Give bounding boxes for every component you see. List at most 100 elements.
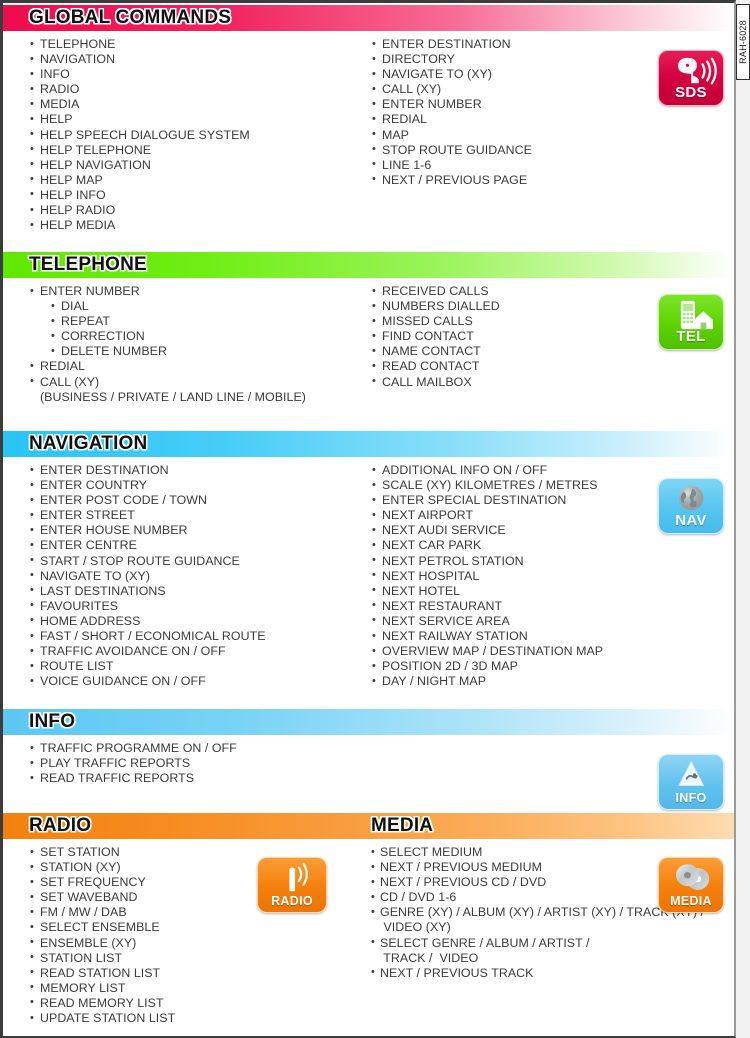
list-item[interactable]: CALL (XY) xyxy=(371,82,661,97)
command-list: TRAFFIC PROGRAMME ON / OFF PLAY TRAFFIC … xyxy=(29,740,359,786)
list-item[interactable]: NEXT HOSPITAL xyxy=(371,568,661,584)
list-item[interactable]: CALL (XY) xyxy=(29,374,359,390)
list-item[interactable]: NEXT RESTAURANT xyxy=(371,598,661,614)
section-body: SET STATION STATION (XY) SET FREQUENCY S… xyxy=(3,839,734,1036)
list-item[interactable]: CALL MAILBOX xyxy=(371,374,661,390)
compact-discs-icon xyxy=(659,862,723,894)
list-item[interactable]: FIND CONTACT xyxy=(371,329,661,344)
list-item[interactable]: POSITION 2D / 3D MAP xyxy=(371,659,661,674)
list-item[interactable]: ENTER DESTINATION xyxy=(371,36,661,52)
list-item[interactable]: DIRECTORY xyxy=(371,52,661,67)
list-item[interactable]: STATION LIST xyxy=(29,950,359,966)
list-item[interactable]: NEXT / PREVIOUS TRACK xyxy=(371,965,681,981)
list-item[interactable]: NEXT AUDI SERVICE xyxy=(371,523,661,538)
list-item[interactable]: OVERVIEW MAP / DESTINATION MAP xyxy=(371,644,661,659)
list-item[interactable]: TELEPHONE xyxy=(29,36,359,52)
list-item[interactable]: ROUTE LIST xyxy=(29,659,359,674)
badge-label: MEDIA xyxy=(670,894,712,908)
list-item[interactable]: HELP MAP xyxy=(29,172,359,188)
list-item[interactable]: ENTER NUMBER xyxy=(29,283,359,299)
list-item[interactable]: NEXT PETROL STATION xyxy=(371,553,661,569)
list-item[interactable]: DAY / NIGHT MAP xyxy=(371,674,661,689)
list-item[interactable]: READ CONTACT xyxy=(371,359,661,374)
list-item[interactable]: NEXT / PREVIOUS MEDIUM xyxy=(371,860,681,875)
badge-nav[interactable]: NAV xyxy=(658,478,724,534)
list-item[interactable]: PLAY TRAFFIC REPORTS xyxy=(29,756,359,771)
list-item[interactable]: ADDITIONAL INFO ON / OFF xyxy=(371,462,661,478)
list-item[interactable]: ENTER DESTINATION xyxy=(29,462,359,478)
list-item[interactable]: SELECT GENRE / ALBUM / ARTIST / xyxy=(371,935,681,951)
list-item[interactable]: ENTER SPECIAL DESTINATION xyxy=(371,493,661,508)
list-item[interactable]: VOICE GUIDANCE ON / OFF xyxy=(29,674,359,689)
list-item[interactable]: RADIO xyxy=(29,82,359,97)
list-item[interactable]: MAP xyxy=(371,127,661,143)
list-item[interactable]: RECEIVED CALLS xyxy=(371,283,661,299)
list-item[interactable]: ENTER STREET xyxy=(29,508,359,523)
list-item[interactable]: LAST DESTINATIONS xyxy=(29,583,359,599)
list-item[interactable]: HELP NAVIGATION xyxy=(29,157,359,173)
badge-media[interactable]: MEDIA xyxy=(658,857,724,913)
list-item[interactable]: HELP SPEECH DIALOGUE SYSTEM xyxy=(29,127,359,143)
section-body: TELEPHONE NAVIGATION INFO RADIO MEDIA HE… xyxy=(3,31,734,240)
list-item[interactable]: STOP ROUTE GUIDANCE xyxy=(371,142,661,158)
list-item[interactable]: INFO xyxy=(29,67,359,82)
list-item[interactable]: READ STATION LIST xyxy=(29,965,359,981)
list-item[interactable]: START / STOP ROUTE GUIDANCE xyxy=(29,553,359,569)
list-item[interactable]: SELECT MEDIUM xyxy=(371,844,681,860)
section-body: ENTER NUMBER DIAL REPEAT CORRECTION DELE… xyxy=(3,278,734,419)
list-item[interactable]: HELP MEDIA xyxy=(29,218,359,233)
list-item[interactable]: NAVIGATE TO (XY) xyxy=(29,568,359,584)
list-item[interactable]: NEXT / PREVIOUS CD / DVD xyxy=(371,875,681,890)
list-item[interactable]: REPEAT xyxy=(29,314,359,329)
list-item[interactable]: NEXT HOTEL xyxy=(371,583,661,599)
list-item[interactable]: ENTER CENTRE xyxy=(29,538,359,553)
list-item[interactable]: SELECT ENSEMBLE xyxy=(29,920,359,935)
list-item[interactable]: TRAFFIC AVOIDANCE ON / OFF xyxy=(29,644,359,659)
list-item[interactable]: HELP INFO xyxy=(29,187,359,203)
list-item[interactable]: NAVIGATE TO (XY) xyxy=(371,67,661,82)
badge-sds[interactable]: SDS xyxy=(658,50,724,106)
list-item[interactable]: UPDATE STATION LIST xyxy=(29,1011,359,1026)
list-item[interactable]: NEXT RAILWAY STATION xyxy=(371,629,661,644)
list-item[interactable]: MISSED CALLS xyxy=(371,314,661,329)
list-item[interactable]: ENTER HOUSE NUMBER xyxy=(29,523,359,538)
list-item[interactable]: SCALE (XY) KILOMETRES / METRES xyxy=(371,478,661,493)
list-item[interactable]: READ TRAFFIC REPORTS xyxy=(29,771,359,786)
list-item[interactable]: CORRECTION xyxy=(29,329,359,344)
list-item[interactable]: ENTER NUMBER xyxy=(371,97,661,112)
reference-code-text: RAH-6028 xyxy=(738,20,748,64)
badge-info[interactable]: INFO xyxy=(658,754,724,810)
list-item[interactable]: NEXT SERVICE AREA xyxy=(371,613,661,629)
list-item[interactable]: TRAFFIC PROGRAMME ON / OFF xyxy=(29,740,359,756)
badge-tel[interactable]: TEL xyxy=(658,294,724,350)
section-header-telephone: TELEPHONE xyxy=(3,252,734,278)
list-item[interactable]: MEDIA xyxy=(29,97,359,112)
list-item[interactable]: GENRE (XY) / ALBUM (XY) / ARTIST (XY) / … xyxy=(371,905,704,920)
list-item[interactable]: NEXT / PREVIOUS PAGE xyxy=(371,172,661,188)
list-item[interactable]: NEXT AIRPORT xyxy=(371,508,661,523)
list-item[interactable]: NEXT CAR PARK xyxy=(371,538,661,553)
badge-radio[interactable]: RADIO xyxy=(257,857,327,913)
list-item[interactable]: HELP xyxy=(29,112,359,127)
list-item[interactable]: LINE 1-6 xyxy=(371,157,661,173)
list-item[interactable]: NAME CONTACT xyxy=(371,344,661,359)
list-item[interactable]: ENSEMBLE (XY) xyxy=(29,935,359,951)
list-item[interactable]: READ MEMORY LIST xyxy=(29,995,359,1011)
list-item[interactable]: ENTER COUNTRY xyxy=(29,478,359,493)
list-item[interactable]: MEMORY LIST xyxy=(29,980,359,996)
list-item[interactable]: NUMBERS DIALLED xyxy=(371,299,661,314)
list-item[interactable]: HOME ADDRESS xyxy=(29,613,359,629)
list-item[interactable]: HELP RADIO xyxy=(29,203,359,218)
list-item[interactable]: DELETE NUMBER xyxy=(29,344,359,359)
list-item[interactable]: REDIAL xyxy=(29,359,359,374)
list-item[interactable]: HELP TELEPHONE xyxy=(29,142,359,158)
list-item[interactable]: REDIAL xyxy=(371,112,661,127)
section-title-radio: RADIO xyxy=(29,815,92,836)
list-item[interactable]: FAVOURITES xyxy=(29,598,359,614)
list-item[interactable]: FAST / SHORT / ECONOMICAL ROUTE xyxy=(29,629,359,644)
list-item[interactable]: DIAL xyxy=(29,299,359,314)
command-list: ENTER NUMBER DIAL REPEAT CORRECTION DELE… xyxy=(29,283,359,405)
list-item[interactable]: NAVIGATION xyxy=(29,52,359,67)
list-item[interactable]: ENTER POST CODE / TOWN xyxy=(29,493,359,508)
list-item[interactable]: CD / DVD 1-6 xyxy=(371,890,681,905)
